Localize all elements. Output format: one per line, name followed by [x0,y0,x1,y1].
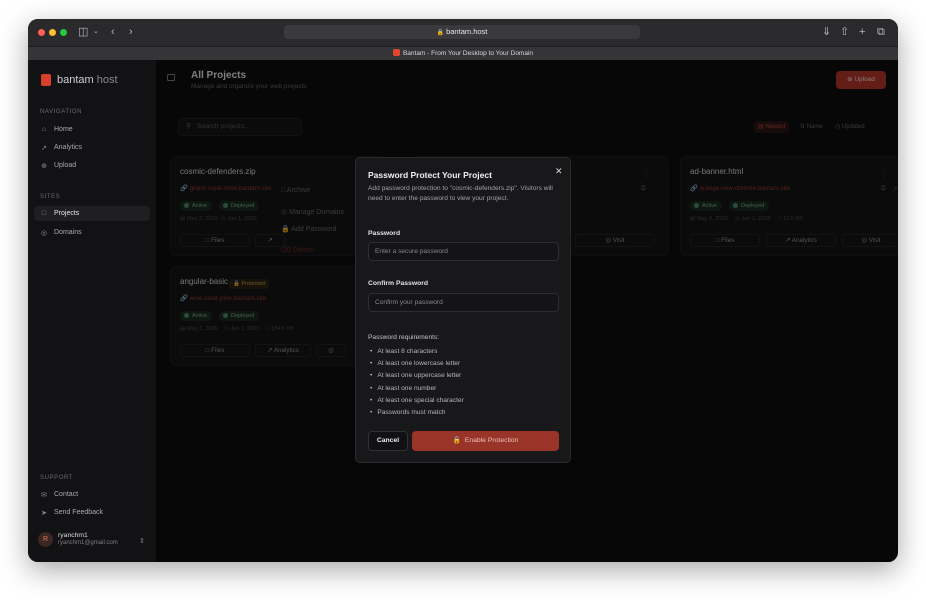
user-name: ryanchm1 [58,532,88,539]
sidebar-item-home[interactable]: ⌂ Home [34,122,150,137]
sidebar-item-analytics[interactable]: ↗ Analytics [34,140,150,155]
sites-section-label: SITES [40,194,61,200]
sidebar-item-send-feedback[interactable]: ➤ Send Feedback [34,505,150,520]
tab-title: Bantam - From Your Desktop to Your Domai… [402,50,534,57]
upload-icon: ⊕ [41,162,47,170]
list-item: At least one lowercase letter [370,358,464,370]
globe-icon: ◎ [40,229,48,237]
new-tab-icon[interactable]: + [859,25,865,39]
share-icon[interactable]: ⇧ [840,25,849,39]
brand-name: bantam host [57,74,118,86]
brand-main: bantam [57,74,94,86]
minimize-window-button[interactable] [49,29,56,36]
zoom-window-button[interactable] [60,29,67,36]
sidebar-item-projects[interactable]: □ Projects [34,206,150,221]
sidebar: bantam host NAVIGATION ⌂ Home ↗ Analytics … [28,60,156,562]
app: bantam host NAVIGATION ⌂ Home ↗ Analytics … [28,60,898,562]
browser-toolbar: ◫ ⌄ ‹ › 🔒 bantam.host ⇓ ⇧ + ⧉ [28,19,898,46]
password-placeholder: Enter a secure password [375,248,448,255]
url-text: bantam.host [446,27,488,36]
close-window-button[interactable] [38,29,45,36]
user-email: ryanchm1@gmail.com [58,540,118,546]
main-content: All Projects Manage and organize your we… [156,60,898,562]
sidebar-item-label: Contact [54,491,79,498]
list-item: At least 8 characters [370,346,464,358]
requirements-list: At least 8 characters At least one lower… [370,346,464,419]
cancel-button[interactable]: Cancel [368,431,408,451]
bantam-favicon-icon [392,49,400,56]
tab-bar[interactable]: Bantam - From Your Desktop to Your Domai… [28,46,898,60]
confirm-password-placeholder: Confirm your password [375,299,443,306]
password-field[interactable]: Enter a secure password [368,242,559,261]
analytics-icon: ↗ [41,144,47,152]
brand-host: host [96,74,118,86]
browser-window: ◫ ⌄ ‹ › 🔒 bantam.host ⇓ ⇧ + ⧉ Bantam - Fr… [28,19,898,562]
sidebar-item-upload[interactable]: ⊕ Upload [34,158,150,173]
sidebar-item-label: Home [54,126,73,133]
lock-icon: 🔒 [436,30,445,36]
tab-overview-icon[interactable]: ⧉ [877,25,885,39]
sidebar-item-label: Projects [54,210,80,217]
dialog-title: Password Protect Your Project [368,170,492,180]
back-icon[interactable]: ‹ [111,25,115,39]
list-item: Passwords must match [370,407,464,419]
sidebar-item-contact[interactable]: ✉ Contact [34,487,150,502]
password-protect-dialog: Password Protect Your Project ✕ Add pass… [355,157,571,463]
requirements-title: Password requirements: [368,334,440,341]
sidebar-item-label: Upload [54,162,77,169]
download-icon[interactable]: ⇓ [822,25,831,39]
avatar: R [38,532,53,547]
confirm-password-field[interactable]: Confirm your password [368,293,559,312]
user-profile[interactable]: R ryanchm1 ryanchm1@gmail.com [38,532,118,547]
confirm-password-label: Confirm Password [368,280,429,287]
sidebar-toggle-icon[interactable]: ◫ [78,25,88,39]
enable-protection-label: Enable Protection [464,437,519,444]
address-bar[interactable]: 🔒 bantam.host [284,25,640,39]
list-item: At least one special character [370,395,464,407]
support-section-label: SUPPORT [40,475,74,481]
folder-icon: □ [41,210,47,217]
chevron-up-down-icon[interactable]: ⇕ [139,537,145,545]
list-item: At least one number [370,383,464,395]
sidebar-item-domains[interactable]: ◎ Domains [34,225,150,240]
send-icon: ➤ [41,509,47,517]
sidebar-item-label: Domains [54,229,82,236]
forward-icon[interactable]: › [129,25,133,39]
close-icon[interactable]: ✕ [555,166,563,177]
nav-section-label: NAVIGATION [40,109,83,115]
brand-logo[interactable]: bantam host [41,74,118,86]
sidebar-item-label: Send Feedback [54,509,104,516]
password-label: Password [368,230,401,237]
home-icon: ⌂ [41,126,47,133]
dialog-description: Add password protection to "cosmic-defen… [368,185,553,202]
chevron-down-icon[interactable]: ⌄ [93,25,99,39]
list-item: At least one uppercase letter [370,370,464,382]
enable-protection-button[interactable]: 🔒 Enable Protection [412,431,559,451]
lock-icon: 🔒 [452,437,462,444]
bantam-logo-icon [41,74,51,86]
mail-icon: ✉ [41,491,47,499]
sidebar-item-label: Analytics [54,144,83,151]
